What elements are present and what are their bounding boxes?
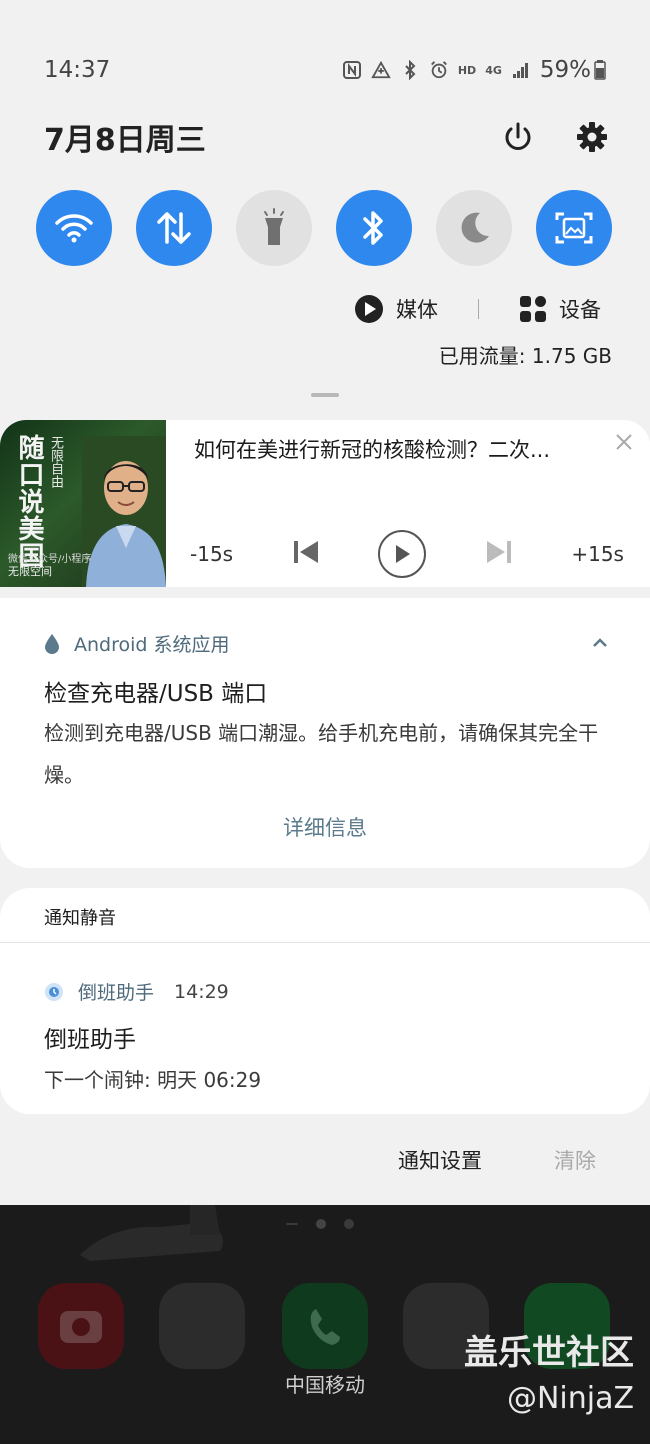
status-bar: 14:37 HD 4G 59% [44,52,606,88]
album-art-subtitle: 无限自由 [48,436,63,488]
notification-time: 14:29 [174,980,229,1003]
app-folder-icon[interactable] [159,1283,245,1369]
screen-capture-tile[interactable] [536,190,612,266]
dark-mode-tile[interactable] [436,190,512,266]
phone-app-icon[interactable] [282,1283,368,1369]
play-circle-icon [355,295,383,323]
notification-app-row: Android 系统应用 [44,630,230,657]
android-system-notification[interactable]: Android 系统应用 检查充电器/USB 端口 检测到充电器/USB 端口潮… [0,598,650,868]
shift-assistant-app-row: 倒班助手 14:29 [44,978,229,1005]
album-art-caption2: 无限空间 [8,565,52,578]
home-screen-background: 中国移动 盖乐世社区 @NinjaZ [0,1205,650,1444]
signal-icon [511,59,531,81]
date-label: 7月8日周三 [44,123,206,158]
hd-icon: HD [457,63,477,77]
devices-button[interactable]: 设备 [519,294,601,324]
screenshot-icon [555,212,593,244]
shift-assistant-title[interactable]: 倒班助手 [44,1020,136,1054]
media-output-button[interactable]: 媒体 [354,294,438,324]
panel-header: 7月8日周三 [44,112,614,162]
data-usage: 已用流量: 1.75 GB [438,344,612,368]
flashlight-icon [264,208,284,245]
panel-drag-handle[interactable] [311,393,339,397]
shift-assistant-body: 下一个闹钟: 明天 06:29 [44,1068,262,1092]
rewind-15-button[interactable]: -15s [190,542,233,566]
notification-actions-bar: 通知设置 清除 [0,1115,650,1205]
shift-assistant-icon [45,982,63,1001]
album-art: 随口说美国 无限自由 微信公众号/小程序 无限空间 [0,420,166,587]
battery-percent: 59% [539,57,591,83]
media-notification[interactable]: 随口说美国 无限自由 微信公众号/小程序 无限空间 如何在美进行新冠的核酸检测？… [0,420,650,587]
notification-settings-button[interactable]: 通知设置 [398,1145,482,1175]
water-drop-icon [45,633,59,654]
chevron-up-icon[interactable] [590,634,610,650]
notification-app-name: Android 系统应用 [74,634,230,656]
watermark-user: @NinjaZ [506,1381,634,1416]
bluetooth-icon [400,59,420,81]
media-title: 如何在美进行新冠的核酸检测？二次... [194,438,551,462]
media-controls: -15s +15s [190,528,624,580]
play-button[interactable] [378,530,427,578]
alarm-icon [429,59,449,81]
quick-settings-tiles [36,190,612,266]
data-arrows-icon [157,212,191,244]
media-label: 媒体 [396,298,438,322]
silent-notifications-card: 通知静音 倒班助手 14:29 倒班助手 下一个闹钟: 明天 06:29 [0,888,650,1114]
skip-previous-icon[interactable] [292,539,320,570]
wifi-tile[interactable] [36,190,112,266]
silent-section-header: 通知静音 [44,908,116,929]
network-type-icon: 4G [485,63,502,77]
wallpaper-image [80,1205,224,1261]
shift-assistant-app-name: 倒班助手 [78,982,155,1004]
watermark-title: 盖乐世社区 [464,1333,634,1373]
skip-next-icon[interactable] [485,539,513,570]
wifi-icon [55,214,93,243]
moon-icon [461,212,489,243]
flashlight-tile[interactable] [236,190,312,266]
status-icons: HD 4G 59% [342,57,606,83]
devices-label: 设备 [559,298,601,322]
close-icon[interactable] [612,430,636,454]
power-icon[interactable] [496,115,540,159]
mobile-data-tile[interactable] [136,190,212,266]
nfc-icon [342,59,362,81]
forward-15-button[interactable]: +15s [571,542,624,566]
devices-grid-icon [520,296,546,322]
media-device-row: 媒体 设备 [354,290,601,328]
play-icon [396,545,411,563]
page-indicator [286,1219,354,1229]
status-time: 14:37 [44,57,111,83]
camera-app-icon[interactable] [38,1283,124,1369]
notification-title: 检查充电器/USB 端口 [44,681,268,707]
bluetooth-tile[interactable] [336,190,412,266]
bluetooth-icon [363,211,383,245]
notification-body: 检测到充电器/USB 端口潮湿。给手机充电前，请确保其完全干燥。 [44,721,599,787]
battery-icon [594,59,606,81]
podcast-host-image [82,436,166,587]
data-saver-icon [371,59,391,81]
album-art-title: 随口说美国 [14,434,44,569]
gear-icon[interactable] [570,115,614,159]
clear-button[interactable]: 清除 [554,1145,596,1175]
details-button[interactable]: 详细信息 [0,812,650,842]
